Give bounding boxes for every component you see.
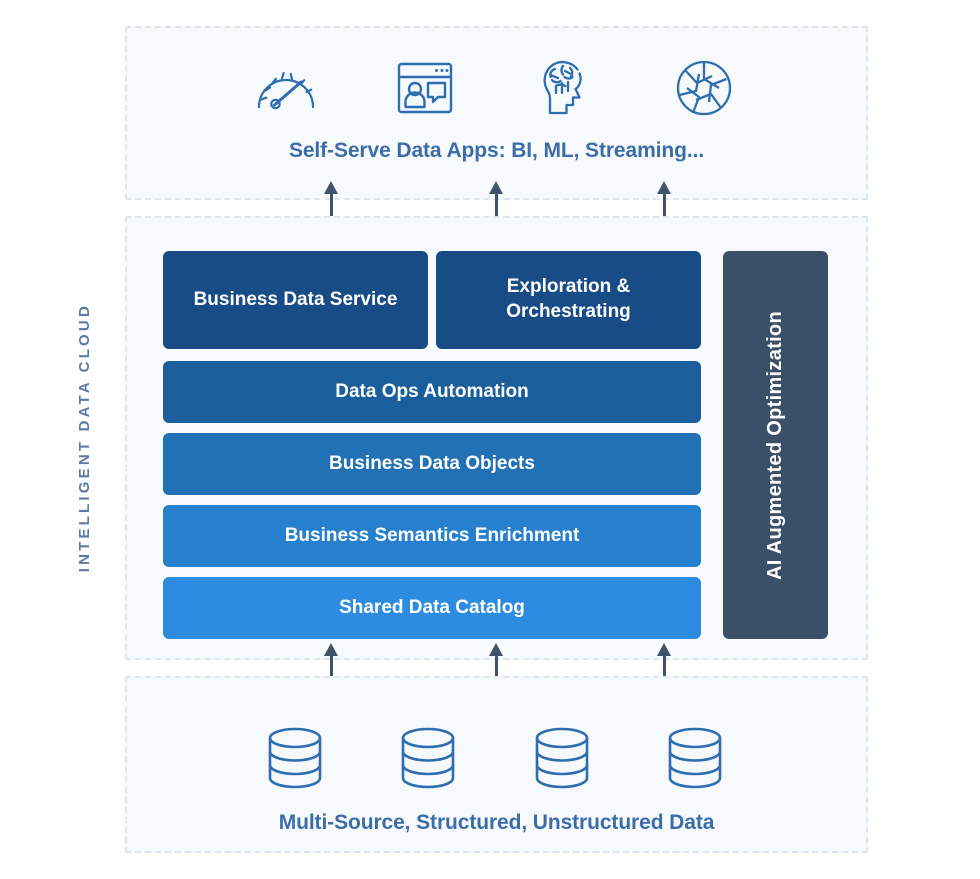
brain-head-icon bbox=[529, 52, 601, 124]
block-shared-data-catalog[interactable]: Shared Data Catalog bbox=[163, 577, 701, 639]
database-cylinder-icon bbox=[655, 718, 735, 798]
block-exploration-orchestrating[interactable]: Exploration & Orchestrating bbox=[436, 251, 701, 349]
block-label: Business Semantics Enrichment bbox=[284, 524, 580, 546]
database-cylinder-icon bbox=[255, 718, 335, 798]
block-business-data-service[interactable]: Business Data Service bbox=[163, 251, 428, 349]
gauge-icon bbox=[250, 52, 322, 124]
apps-layer-caption: Self-Serve Data Apps: BI, ML, Streaming.… bbox=[288, 139, 705, 162]
block-data-ops-automation[interactable]: Data Ops Automation bbox=[163, 361, 701, 423]
database-cylinder-icon bbox=[522, 718, 602, 798]
block-label: Business Data Objects bbox=[329, 452, 535, 474]
block-label: Data Ops Automation bbox=[335, 380, 529, 402]
aperture-icon bbox=[668, 52, 740, 124]
block-label: Business Data Service bbox=[193, 288, 398, 310]
intelligent-data-cloud-side-label: INTELLIGENT DATA CLOUD bbox=[62, 238, 106, 638]
side-label-text: INTELLIGENT DATA CLOUD bbox=[75, 303, 93, 573]
block-label: Exploration & Orchestrating bbox=[506, 276, 631, 322]
intelligent-data-cloud-diagram: INTELLIGENT DATA CLOUD Self-Serve Data A… bbox=[0, 0, 980, 879]
browser-window-user-chat-icon bbox=[389, 52, 461, 124]
block-label: Shared Data Catalog bbox=[339, 596, 525, 618]
apps-icon-row bbox=[250, 52, 740, 124]
block-business-data-objects[interactable]: Business Data Objects bbox=[163, 433, 701, 495]
database-cylinder-icon bbox=[388, 718, 468, 798]
block-ai-augmented-optimization[interactable]: AI Augmented Optimization bbox=[723, 251, 828, 639]
block-label: AI Augmented Optimization bbox=[764, 310, 786, 580]
source-layer-caption: Multi-Source, Structured, Unstructured D… bbox=[278, 811, 715, 834]
source-database-row bbox=[255, 718, 735, 798]
block-business-semantics-enrichment[interactable]: Business Semantics Enrichment bbox=[163, 505, 701, 567]
